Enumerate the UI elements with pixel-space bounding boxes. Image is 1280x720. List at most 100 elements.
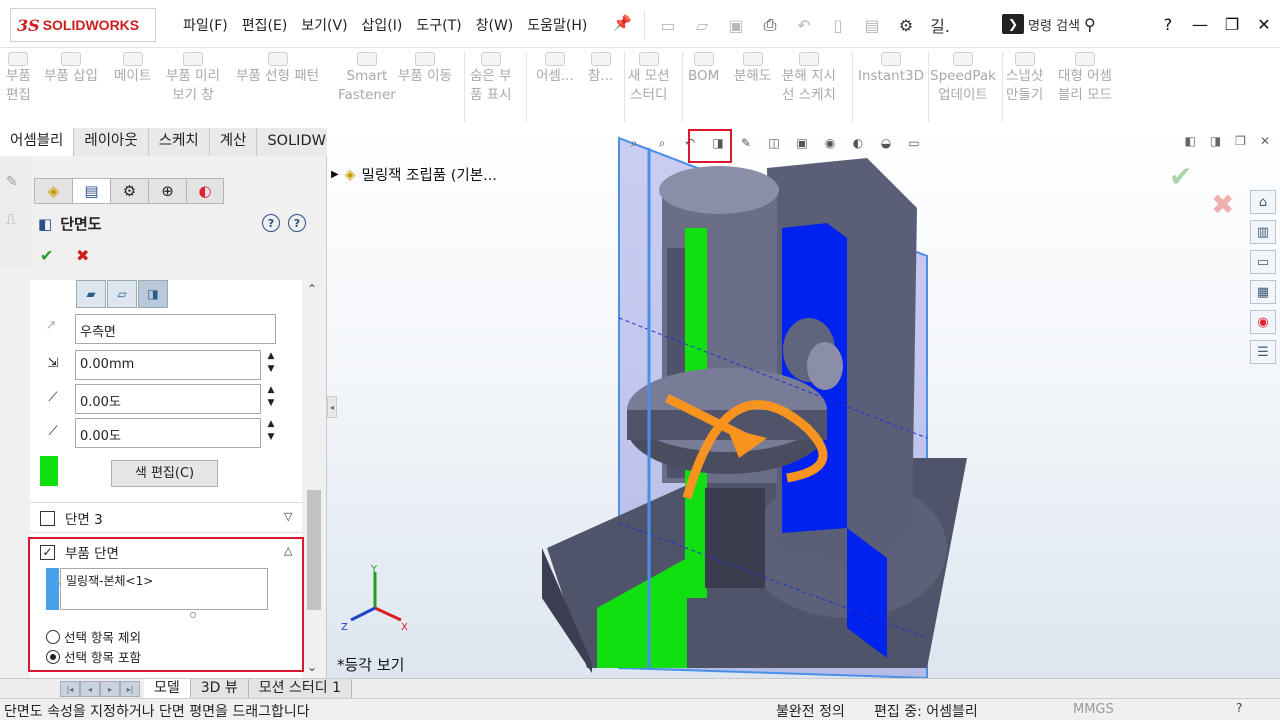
ribbon-button[interactable]: 부품 미리 보기 창: [166, 52, 220, 105]
confirm-cancel-icon[interactable]: ✖: [1211, 188, 1234, 221]
front-plane-icon[interactable]: ▰: [76, 280, 106, 308]
ribbon-button[interactable]: 대형 어셈 블리 모드: [1058, 52, 1112, 105]
display-style-icon[interactable]: ▣: [791, 134, 813, 152]
menu-item[interactable]: 창(W): [469, 15, 521, 35]
scroll-up-icon[interactable]: ⌃: [307, 282, 317, 296]
ribbon-button[interactable]: 분해도: [734, 52, 771, 86]
ribbon-button[interactable]: Smart Fastener: [338, 52, 396, 105]
ribbon-button[interactable]: 분해 지시 선 스케치: [782, 52, 836, 105]
restore-button[interactable]: ❐: [1216, 10, 1248, 38]
search-icon[interactable]: ⚲: [1084, 15, 1096, 34]
print-icon[interactable]: ⎙: [755, 12, 785, 38]
feature-tree-tab-icon[interactable]: ◈: [34, 178, 72, 204]
help-button[interactable]: ?: [1152, 10, 1184, 38]
hide-show-icon[interactable]: ◉: [819, 134, 841, 152]
new-file-icon[interactable]: ▭: [653, 12, 683, 38]
dynamic-annotation-icon[interactable]: ✎: [735, 134, 757, 152]
help-icon[interactable]: ?: [288, 214, 306, 232]
options-gear-icon[interactable]: ⚙: [891, 12, 921, 38]
property-manager-tab-icon[interactable]: ▤: [72, 178, 110, 204]
edit-color-button[interactable]: 색 편집(C): [111, 460, 218, 487]
ribbon-button[interactable]: BOM: [688, 52, 719, 86]
command-search[interactable]: ❯ 명령 검색 ⚲: [1002, 11, 1132, 37]
menu-item[interactable]: 편집(E): [235, 15, 295, 35]
open-file-icon[interactable]: ▱: [687, 12, 717, 38]
top-plane-icon[interactable]: ▱: [107, 280, 137, 308]
next-tab-icon[interactable]: ▸: [100, 681, 120, 697]
configuration-tab-icon[interactable]: ⚙: [110, 178, 148, 204]
right-plane-icon[interactable]: ◨: [138, 280, 168, 308]
rebuild-icon[interactable]: ▤: [857, 12, 887, 38]
panel-collapse-handle[interactable]: ◂: [327, 396, 337, 418]
tree-root-label[interactable]: 밀링잭 조립품 (기본...: [361, 164, 496, 185]
ribbon-button[interactable]: SpeedPak 업데이트: [930, 52, 996, 105]
dimension-icon[interactable]: ⎍: [6, 212, 28, 232]
design-library-icon[interactable]: ▥: [1250, 220, 1276, 244]
menu-item[interactable]: 파일(F): [176, 15, 235, 35]
bottom-tab[interactable]: 3D 뷰: [190, 679, 249, 699]
menu-item[interactable]: 도구(T): [409, 15, 468, 35]
sketch-icon[interactable]: ✎: [6, 174, 28, 194]
ribbon-button[interactable]: 부품 이동: [398, 52, 452, 86]
ribbon-button[interactable]: 부품 편집: [6, 52, 31, 105]
plane-field[interactable]: 우측면: [75, 314, 276, 344]
edit-appearance-icon[interactable]: ◐: [847, 134, 869, 152]
ribbon-button[interactable]: Instant3D: [858, 52, 924, 86]
section3-header[interactable]: 단면 3: [40, 508, 103, 528]
display-manager-tab-icon[interactable]: ◐: [186, 178, 224, 204]
feature-tree-flyout[interactable]: ▶ ◈ 밀링잭 조립품 (기본...: [331, 164, 497, 185]
pin-icon[interactable]: 📌: [613, 14, 632, 32]
whats-wrong-icon[interactable]: ?: [262, 214, 280, 232]
view-orientation-icon[interactable]: ◫: [763, 134, 785, 152]
zoom-to-fit-icon[interactable]: ⌕: [623, 134, 645, 152]
dimxpert-tab-icon[interactable]: ⊕: [148, 178, 186, 204]
status-help-icon[interactable]: ?: [1236, 701, 1242, 715]
section3-checkbox[interactable]: [40, 510, 55, 526]
rotation-x-spinner[interactable]: ▲ ▼: [264, 384, 278, 410]
save-icon[interactable]: ▣: [721, 12, 751, 38]
apply-scene-icon[interactable]: ◒: [875, 134, 897, 152]
split-left-icon[interactable]: ◧: [1184, 134, 1195, 148]
cancel-button[interactable]: ✖: [76, 246, 89, 265]
last-tab-icon[interactable]: ▸|: [120, 681, 140, 697]
first-tab-icon[interactable]: |◂: [60, 681, 80, 697]
chevron-down-icon[interactable]: ▽: [284, 510, 292, 523]
bottom-tab[interactable]: 모델: [144, 679, 191, 699]
minimize-button[interactable]: —: [1184, 10, 1216, 38]
tab-item[interactable]: 어셈블리: [0, 128, 75, 156]
pane-restore-icon[interactable]: ❐: [1235, 134, 1246, 148]
menu-item[interactable]: 도움말(H): [520, 15, 594, 35]
ribbon-button[interactable]: 참...: [588, 52, 613, 86]
unit-system[interactable]: MMGS: [1073, 702, 1114, 717]
expand-arrow-icon[interactable]: ▶: [331, 169, 339, 180]
ribbon-button[interactable]: 숨은 부 품 표시: [470, 52, 512, 105]
zoom-to-area-icon[interactable]: ⌕: [651, 134, 673, 152]
confirm-ok-icon[interactable]: ✔: [1169, 160, 1192, 193]
model-view[interactable]: [327, 128, 1280, 678]
ribbon-button[interactable]: 메이트: [114, 52, 151, 86]
undo-icon[interactable]: ↶: [789, 12, 819, 38]
scroll-thumb[interactable]: [307, 490, 321, 610]
split-right-icon[interactable]: ◨: [1210, 134, 1221, 148]
scroll-down-icon[interactable]: ⌄: [307, 660, 317, 674]
bottom-tab[interactable]: 모션 스터디 1: [248, 679, 353, 699]
graphics-area[interactable]: ▶ ◈ 밀링잭 조립품 (기본... ⌕ ⌕ ↶ ◨ ✎ ◫ ▣ ◉ ◐ ◒ ▭…: [327, 128, 1280, 678]
solidworks-logo[interactable]: 3S SOLIDWORKS: [10, 8, 156, 42]
ribbon-button[interactable]: 어셈...: [536, 52, 574, 86]
home-icon[interactable]: ⌂: [1250, 190, 1276, 214]
select-icon[interactable]: ▯: [823, 12, 853, 38]
tab-item[interactable]: 계산: [209, 128, 258, 156]
view-settings-icon[interactable]: ▭: [903, 134, 925, 152]
prev-tab-icon[interactable]: ◂: [80, 681, 100, 697]
pane-close-icon[interactable]: ✕: [1260, 134, 1270, 148]
tab-item[interactable]: 스케치: [148, 128, 210, 156]
appearances-icon[interactable]: ◉: [1250, 310, 1276, 334]
ribbon-button[interactable]: 새 모션 스터디: [628, 52, 670, 105]
file-explorer-icon[interactable]: ▭: [1250, 250, 1276, 274]
close-button[interactable]: ✕: [1248, 10, 1280, 38]
tab-item[interactable]: 레이아웃: [74, 128, 149, 156]
ribbon-button[interactable]: 부품 선형 패턴: [236, 52, 319, 86]
rotation-y-field[interactable]: 0.00도: [75, 418, 261, 448]
quick-extra-label[interactable]: 길.: [925, 12, 955, 38]
view-palette-icon[interactable]: ▦: [1250, 280, 1276, 304]
